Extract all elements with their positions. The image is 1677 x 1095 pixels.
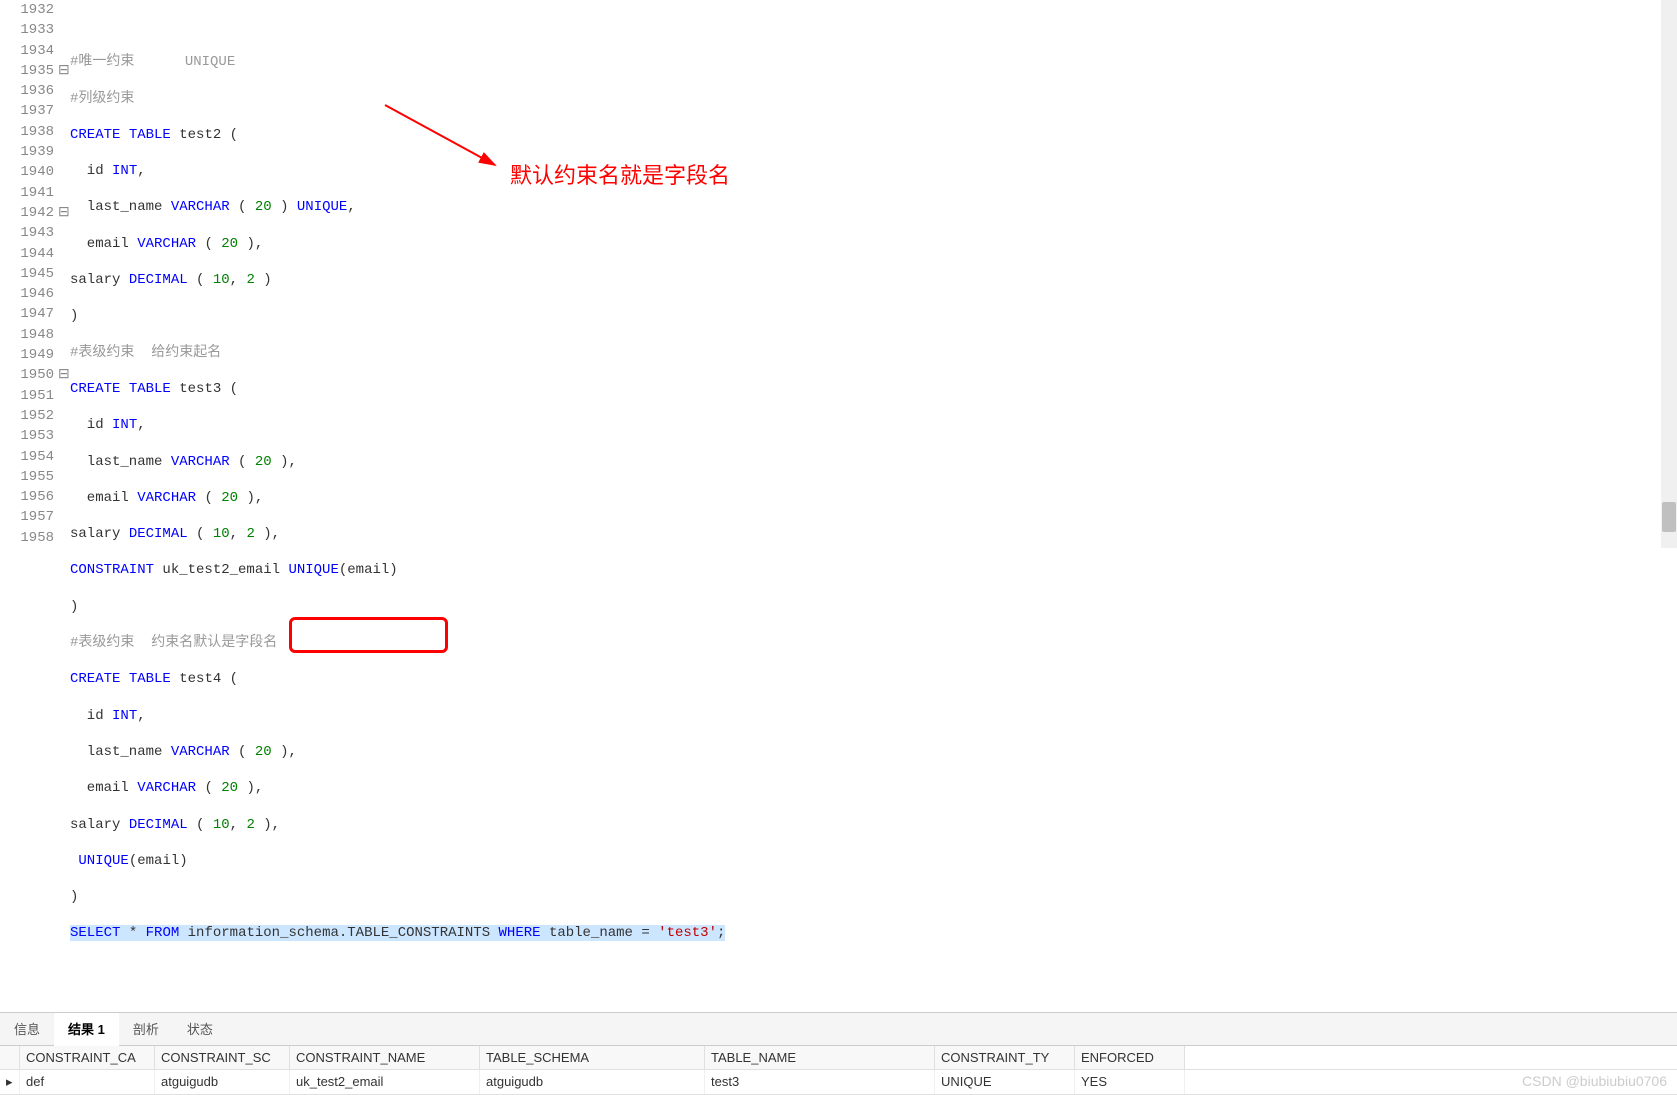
grid-header-tschema[interactable]: TABLE_SCHEMA [480,1046,705,1069]
grid-header-enforced[interactable]: ENFORCED [1075,1046,1185,1069]
line-number: 1939 [0,142,54,162]
scrollbar-thumb[interactable] [1662,502,1676,532]
line-number: 1954 [0,447,54,467]
tab-profile[interactable]: 剖析 [119,1013,173,1045]
grid-header-catalog[interactable]: CONSTRAINT_CA [20,1046,155,1069]
cell-table-schema[interactable]: atguigudb [480,1070,705,1094]
line-number: 1936 [0,81,54,101]
code-editor[interactable]: 1932 1933 1934 1935 1936 1937 1938 1939 … [0,0,1677,1013]
result-tabs: 信息 结果 1 剖析 状态 [0,1013,1677,1046]
fold-toggle[interactable]: ⊟ [58,61,70,81]
line-number: 1953 [0,426,54,446]
fold-toggle[interactable]: ⊟ [58,203,70,223]
cell-schema[interactable]: atguigudb [155,1070,290,1094]
code-content[interactable]: #唯一约束 UNIQUE #列级约束 CREATE TABLE test2 ( … [70,0,1677,1012]
line-number: 1945 [0,264,54,284]
line-number: 1934 [0,41,54,61]
line-number: 1955 [0,467,54,487]
grid-header-tname[interactable]: TABLE_NAME [705,1046,935,1069]
fold-toggle[interactable]: ⊟ [58,365,70,385]
line-number: 1937 [0,101,54,121]
line-number: 1932 [0,0,54,20]
cell-table-name[interactable]: test3 [705,1070,935,1094]
cell-constraint-name[interactable]: uk_test2_email [290,1070,480,1094]
line-number: 1940 [0,162,54,182]
line-number: 1957 [0,507,54,527]
line-number: 1951 [0,386,54,406]
tab-result[interactable]: 结果 1 [54,1013,119,1046]
cell-catalog[interactable]: def [20,1070,155,1094]
row-indicator-icon: ▸ [0,1070,20,1094]
line-number: 1949 [0,345,54,365]
tab-status[interactable]: 状态 [173,1013,227,1045]
line-number: 1944 [0,244,54,264]
line-number: 1942 [0,203,54,223]
line-number: 1947 [0,304,54,324]
grid-header-row: CONSTRAINT_CA CONSTRAINT_SC CONSTRAINT_N… [0,1046,1677,1070]
grid-header-ctype[interactable]: CONSTRAINT_TY [935,1046,1075,1069]
line-number: 1956 [0,487,54,507]
line-number: 1948 [0,325,54,345]
vertical-scrollbar[interactable] [1661,0,1677,548]
line-number: 1952 [0,406,54,426]
tab-info[interactable]: 信息 [0,1013,54,1045]
line-number: 1943 [0,223,54,243]
line-number: 1933 [0,20,54,40]
grid-row-indicator-header [0,1046,20,1069]
line-gutter: 1932 1933 1934 1935 1936 1937 1938 1939 … [0,0,58,1012]
cell-enforced[interactable]: YES [1075,1070,1185,1094]
fold-column: ⊟ ⊟ ⊟ [58,0,70,1012]
line-number: 1950 [0,365,54,385]
watermark: CSDN @biubiubiu0706 [1522,1073,1667,1089]
line-number: 1941 [0,183,54,203]
results-grid[interactable]: CONSTRAINT_CA CONSTRAINT_SC CONSTRAINT_N… [0,1046,1677,1095]
line-number: 1958 [0,528,54,548]
line-number: 1935 [0,61,54,81]
line-number: 1938 [0,122,54,142]
line-number: 1946 [0,284,54,304]
table-row[interactable]: ▸ def atguigudb uk_test2_email atguigudb… [0,1070,1677,1095]
cell-constraint-type[interactable]: UNIQUE [935,1070,1075,1094]
grid-header-name[interactable]: CONSTRAINT_NAME [290,1046,480,1069]
grid-header-schema[interactable]: CONSTRAINT_SC [155,1046,290,1069]
